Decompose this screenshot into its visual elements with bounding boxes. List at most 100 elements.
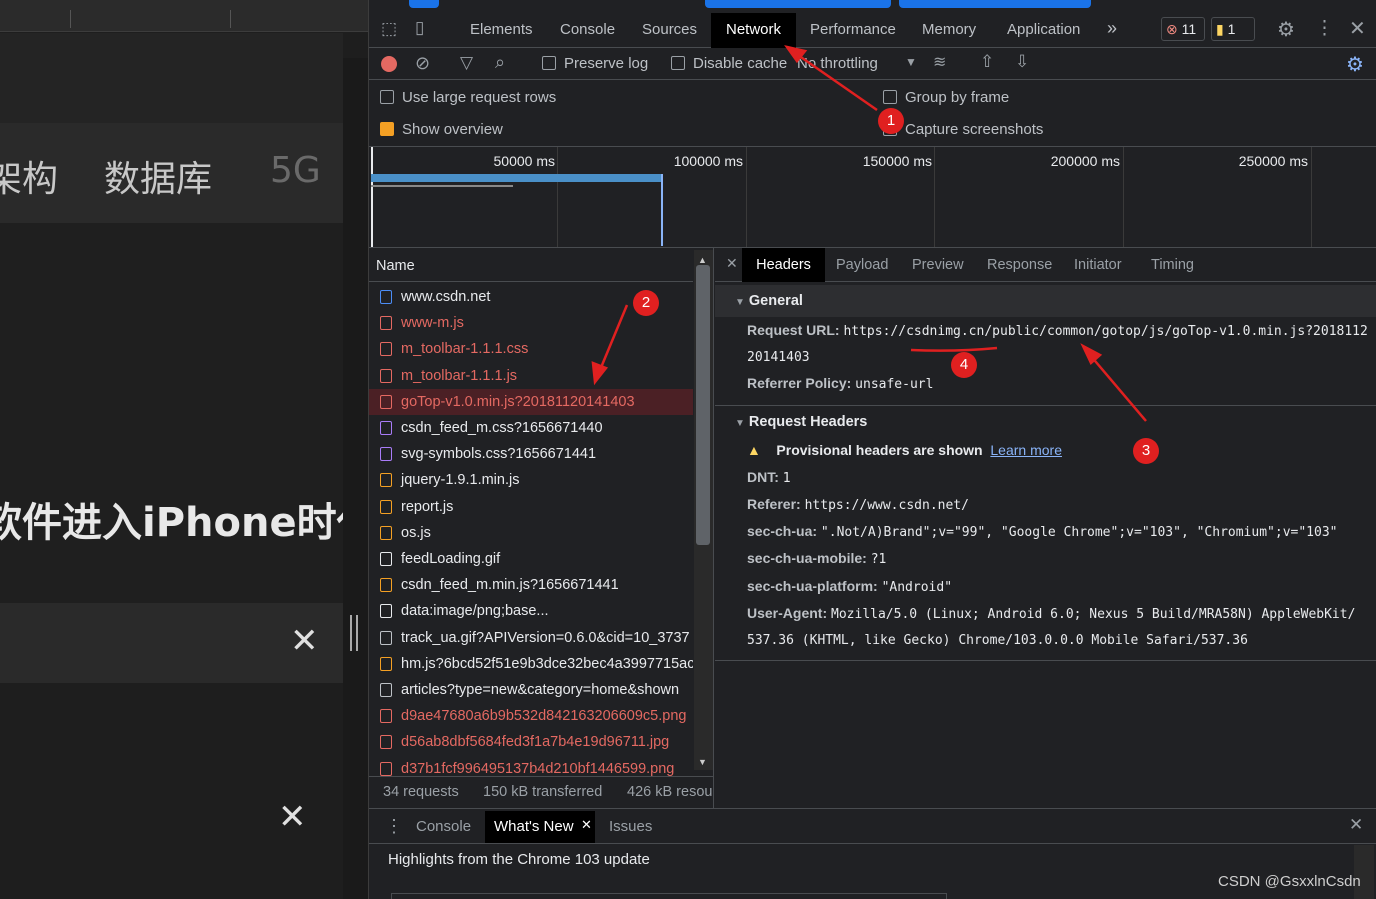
- scrollbar-thumb[interactable]: [696, 265, 710, 545]
- request-row[interactable]: d37b1fcf996495137b4d210bf1446599.png: [369, 756, 693, 782]
- request-row[interactable]: hm.js?6bcd52f51e9b3dce32bec4a3997715ac: [369, 651, 693, 677]
- request-url-value[interactable]: https://csdnimg.cn/public/common/gotop/j…: [843, 324, 1367, 339]
- error-counter[interactable]: ⊗ 11: [1161, 17, 1205, 41]
- request-row[interactable]: data:image/png;base...: [369, 598, 693, 624]
- timeline-selection-edge[interactable]: [661, 174, 663, 246]
- warning-counter[interactable]: ▮ 1: [1211, 17, 1255, 41]
- tab-memory[interactable]: Memory: [922, 21, 976, 38]
- request-row[interactable]: goTop-v1.0.min.js?20181120141403: [369, 388, 693, 415]
- script-icon: [380, 499, 392, 514]
- close-detail-icon[interactable]: ✕: [726, 255, 738, 272]
- tab-preview[interactable]: Preview: [912, 257, 964, 273]
- scroll-up-icon[interactable]: ▲: [698, 255, 707, 265]
- close-icon[interactable]: ✕: [290, 624, 319, 658]
- image-icon: [380, 761, 392, 776]
- request-row[interactable]: svg-symbols.css?1656671441: [369, 441, 693, 467]
- header-value[interactable]: 1: [783, 471, 791, 486]
- article-headline[interactable]: 软件进入iPhone时代: [0, 490, 343, 548]
- request-list-header[interactable]: Name: [369, 248, 693, 282]
- throttling-select[interactable]: No throttling: [797, 55, 878, 72]
- request-row[interactable]: m_toolbar-1.1.1.js: [369, 363, 693, 389]
- category-link[interactable]: 5G: [270, 150, 321, 191]
- tab-payload[interactable]: Payload: [836, 257, 888, 273]
- more-tabs-icon[interactable]: »: [1107, 18, 1117, 39]
- request-row[interactable]: csdn_feed_m.min.js?1656671441: [369, 572, 693, 598]
- header-value-cont[interactable]: 537.36 (KHTML, like Gecko) Chrome/103.0.…: [747, 633, 1248, 648]
- request-row[interactable]: report.js: [369, 494, 693, 520]
- script-icon: [380, 578, 392, 593]
- tab-elements[interactable]: Elements: [470, 21, 533, 38]
- close-drawer-icon[interactable]: ✕: [1349, 815, 1363, 835]
- drawer-tab-issues[interactable]: Issues: [609, 818, 652, 835]
- disable-cache-checkbox[interactable]: [671, 56, 685, 70]
- drawer-tab-whats-new[interactable]: What's New ✕: [485, 811, 595, 843]
- category-link[interactable]: 架构: [0, 150, 58, 202]
- tab-timing[interactable]: Timing: [1151, 257, 1194, 273]
- request-row[interactable]: feedLoading.gif: [369, 546, 693, 572]
- request-row[interactable]: d9ae47680a6b9b532d842163206609c5.png: [369, 703, 693, 729]
- warning-count: 1: [1227, 21, 1236, 37]
- more-options-icon[interactable]: ⋮: [1315, 17, 1334, 40]
- download-har-icon[interactable]: ⇩: [1015, 52, 1029, 72]
- group-by-frame-checkbox[interactable]: [883, 90, 897, 104]
- request-name: track_ua.gif?APIVersion=0.6.0&cid=10_373…: [401, 629, 690, 646]
- header-value[interactable]: ".Not/A)Brand";v="99", "Google Chrome";v…: [821, 525, 1338, 540]
- request-row[interactable]: track_ua.gif?APIVersion=0.6.0&cid=10_373…: [369, 625, 693, 651]
- show-overview-checkbox[interactable]: [380, 122, 394, 136]
- stylesheet-icon: [380, 421, 392, 435]
- close-icon[interactable]: ✕: [278, 800, 307, 834]
- tab-application[interactable]: Application: [1007, 21, 1080, 38]
- tab-headers[interactable]: Headers: [742, 248, 825, 282]
- tab-network[interactable]: Network: [711, 13, 796, 48]
- drawer-menu-icon[interactable]: ⋮: [385, 816, 403, 837]
- upload-har-icon[interactable]: ⇧: [980, 52, 994, 72]
- close-tab-icon[interactable]: ✕: [581, 817, 592, 833]
- request-name: d56ab8dbf5684fed3f1a7b4e19d96711.jpg: [401, 734, 670, 751]
- scroll-down-icon[interactable]: ▼: [698, 757, 707, 767]
- tab-performance[interactable]: Performance: [810, 21, 896, 38]
- request-row[interactable]: csdn_feed_m.css?1656671440: [369, 415, 693, 441]
- filter-icon[interactable]: ▽: [460, 53, 473, 73]
- header-value[interactable]: "Android": [882, 580, 952, 595]
- request-row[interactable]: articles?type=new&category=home&shown: [369, 677, 693, 703]
- request-headers-section-header[interactable]: ▼ Request Headers: [715, 405, 1376, 437]
- header-value[interactable]: ?1: [871, 552, 887, 567]
- search-icon[interactable]: ⌕: [495, 52, 505, 73]
- network-conditions-icon[interactable]: ≋: [933, 52, 946, 72]
- tab-sources[interactable]: Sources: [642, 21, 697, 38]
- request-row[interactable]: m_toolbar-1.1.1.css: [369, 336, 693, 362]
- request-url-value-cont[interactable]: 20141403: [747, 350, 810, 365]
- general-title: General: [748, 293, 803, 309]
- header-value[interactable]: https://www.csdn.net/: [805, 498, 969, 513]
- network-settings-gear-icon[interactable]: ⚙: [1346, 52, 1364, 77]
- inspect-element-icon[interactable]: ⬚: [381, 19, 397, 39]
- record-icon[interactable]: [381, 56, 397, 72]
- drawer-tab-console[interactable]: Console: [416, 818, 471, 835]
- tab-console[interactable]: Console: [560, 21, 615, 38]
- resize-handle[interactable]: [350, 615, 358, 651]
- request-name: csdn_feed_m.css?1656671440: [401, 420, 603, 436]
- clear-icon[interactable]: ⊘: [415, 53, 430, 74]
- settings-gear-icon[interactable]: ⚙: [1277, 17, 1295, 42]
- general-section-header[interactable]: ▼ General: [715, 285, 1376, 317]
- header-value[interactable]: Mozilla/5.0 (Linux; Android 6.0; Nexus 5…: [831, 607, 1355, 622]
- page-scrollbar[interactable]: [343, 58, 368, 899]
- large-rows-checkbox[interactable]: [380, 90, 394, 104]
- request-row[interactable]: os.js: [369, 520, 693, 546]
- close-devtools-icon[interactable]: ✕: [1349, 16, 1366, 41]
- drawer-scrollbar[interactable]: [1354, 845, 1374, 899]
- preserve-log-checkbox[interactable]: [542, 56, 556, 70]
- request-row[interactable]: d56ab8dbf5684fed3f1a7b4e19d96711.jpg: [369, 729, 693, 755]
- timeline-tick: 100000 ms: [673, 153, 743, 169]
- tab-response[interactable]: Response: [987, 257, 1052, 273]
- tab-initiator[interactable]: Initiator: [1074, 257, 1122, 273]
- chevron-down-icon[interactable]: ▼: [905, 55, 917, 69]
- device-toolbar-icon[interactable]: ▯: [415, 18, 424, 38]
- referrer-policy-value[interactable]: unsafe-url: [855, 377, 933, 392]
- request-row[interactable]: jquery-1.9.1.min.js: [369, 467, 693, 493]
- name-column-header[interactable]: Name: [376, 258, 415, 274]
- browser-tab-fragment: [705, 0, 891, 8]
- image-icon: [380, 709, 392, 724]
- category-link[interactable]: 数据库: [104, 150, 212, 202]
- learn-more-link[interactable]: Learn more: [990, 442, 1062, 458]
